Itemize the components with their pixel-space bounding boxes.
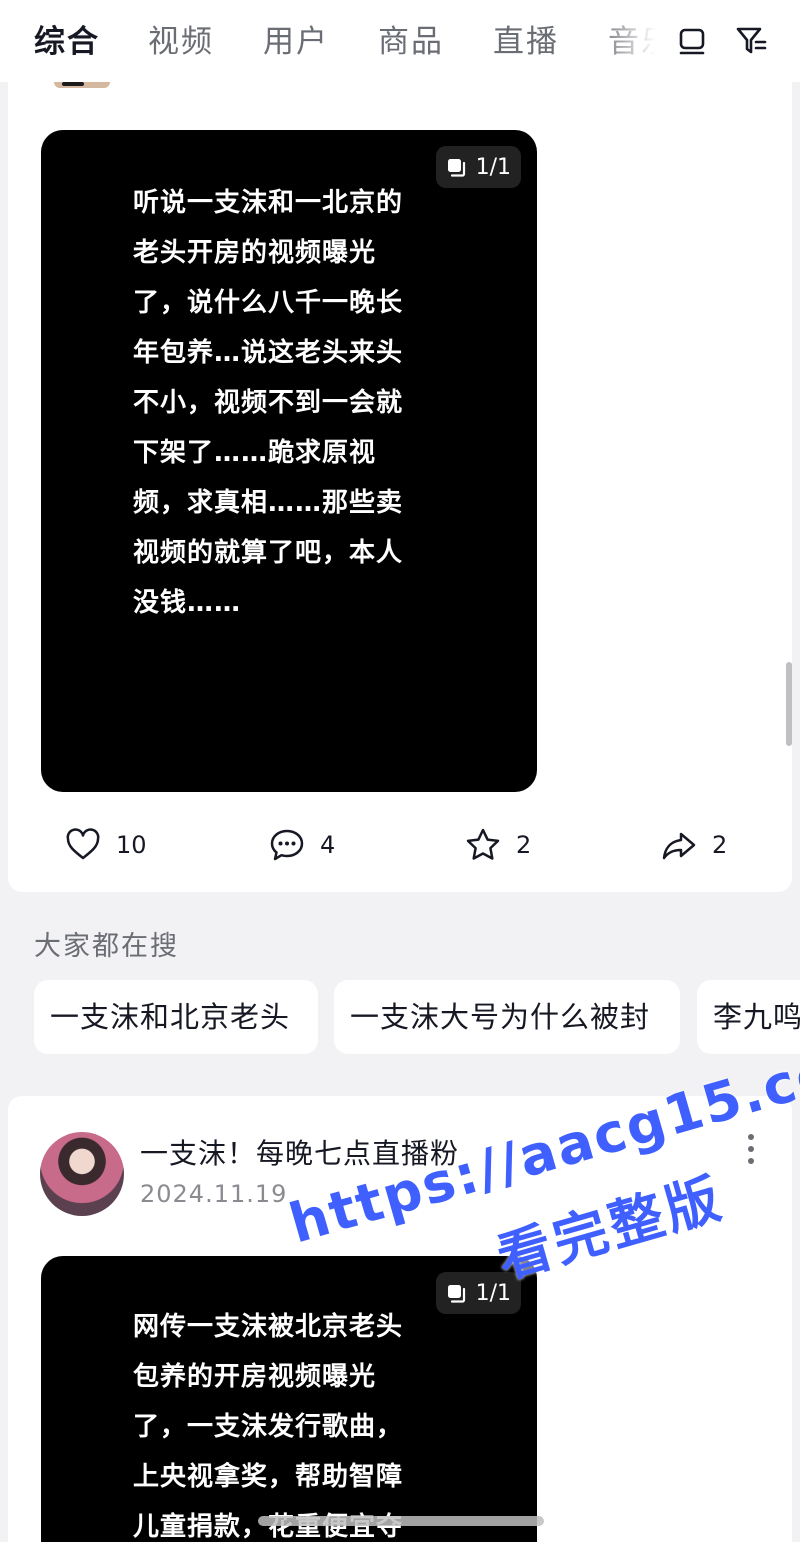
gallery-icon: [447, 159, 465, 177]
favorite-count: 2: [516, 831, 532, 859]
filter-icon[interactable]: [734, 22, 770, 58]
heart-icon: [66, 828, 100, 860]
share-icon: [662, 832, 696, 860]
tab-products[interactable]: 商品: [378, 20, 444, 64]
like-count: 10: [116, 831, 147, 859]
post-date: 2024.11.19: [140, 1180, 288, 1208]
avatar[interactable]: [54, 82, 110, 88]
post-actions: 10 4 2 2: [8, 826, 792, 874]
popular-searches-title: 大家都在搜: [34, 931, 179, 962]
comment-button[interactable]: 4: [268, 826, 335, 864]
comment-icon: [270, 829, 304, 861]
image-caption-text: 听说一支沫和一北京的 老头开房的视频曝光 了，说什么八千一晚长 年包养…说这老头…: [133, 188, 404, 618]
post-card: 1/1 听说一支沫和一北京的 老头开房的视频曝光 了，说什么八千一晚长 年包养……: [8, 82, 792, 892]
share-count: 2: [712, 831, 728, 859]
tab-overflow-fade: [596, 0, 664, 82]
top-tab-bar: 综合 视频 用户 商品 直播 音乐: [0, 0, 800, 82]
post-image[interactable]: 1/1 听说一支沫和一北京的 老头开房的视频曝光 了，说什么八千一晚长 年包养……: [41, 130, 537, 792]
popular-searches: 一支沫和北京老头 一支沫大号为什么被封 李九鸣: [0, 980, 800, 1054]
share-button[interactable]: 2: [660, 826, 727, 864]
avatar[interactable]: [40, 1132, 124, 1216]
image-count: 1/1: [475, 154, 511, 180]
like-button[interactable]: 10: [64, 826, 147, 864]
star-icon: [466, 828, 500, 860]
tab-live[interactable]: 直播: [493, 20, 559, 64]
layout-toggle-icon[interactable]: [674, 22, 710, 58]
search-chip[interactable]: 一支沫和北京老头: [34, 980, 318, 1054]
favorite-button[interactable]: 2: [464, 826, 531, 864]
category-tabs: 综合 视频 用户 商品 直播 音乐: [0, 0, 664, 82]
search-results-page: 综合 视频 用户 商品 直播 音乐 1/1: [0, 0, 800, 1542]
search-chip[interactable]: 一支沫大号为什么被封: [334, 980, 680, 1054]
search-chip[interactable]: 李九鸣: [697, 980, 800, 1054]
home-indicator[interactable]: [258, 1516, 544, 1526]
tab-videos[interactable]: 视频: [148, 20, 214, 64]
image-count-badge: 1/1: [435, 146, 521, 188]
scrollbar[interactable]: [786, 662, 792, 746]
comment-count: 4: [320, 831, 336, 859]
tab-comprehensive[interactable]: 综合: [34, 20, 100, 64]
tab-users[interactable]: 用户: [263, 20, 329, 64]
